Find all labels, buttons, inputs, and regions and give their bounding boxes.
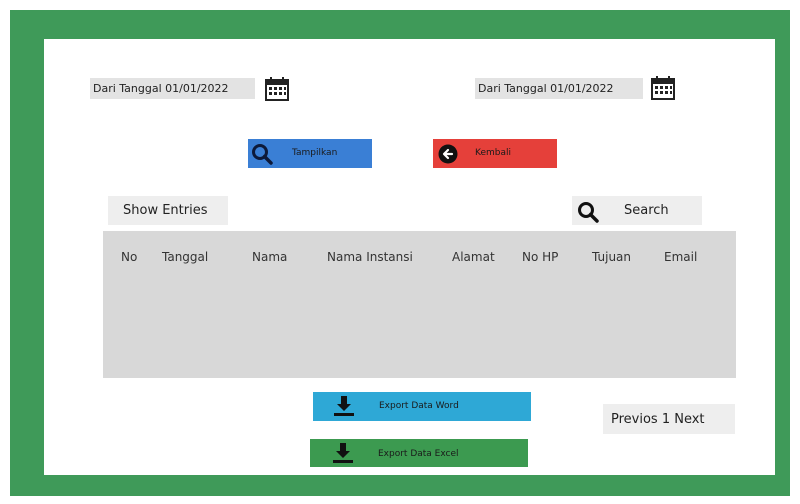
show-button[interactable]: Tampilkan bbox=[248, 139, 372, 168]
show-entries-control[interactable]: Show Entries bbox=[108, 196, 228, 225]
calendar-icon[interactable] bbox=[264, 76, 290, 102]
calendar-icon[interactable] bbox=[650, 75, 676, 101]
column-header-email: Email bbox=[664, 250, 698, 264]
back-button-label: Kembali bbox=[475, 148, 511, 158]
date-to-field[interactable]: Dari Tanggal 01/01/2022 bbox=[475, 78, 643, 99]
column-header-tujuan: Tujuan bbox=[592, 250, 632, 264]
column-header-alamat: Alamat bbox=[452, 250, 495, 264]
export-excel-label: Export Data Excel bbox=[378, 449, 459, 459]
pagination[interactable]: Previos 1 Next bbox=[603, 404, 735, 434]
column-header-no-hp: No HP bbox=[522, 250, 559, 264]
date-from-field[interactable]: Dari Tanggal 01/01/2022 bbox=[90, 78, 255, 99]
column-header-nama-instansi: Nama Instansi bbox=[327, 250, 413, 264]
search-icon bbox=[252, 144, 273, 165]
column-header-tanggal: Tanggal bbox=[162, 250, 209, 264]
date-to-label: Dari Tanggal 01/01/2022 bbox=[478, 82, 614, 95]
download-icon bbox=[333, 443, 353, 463]
export-word-button[interactable]: Export Data Word bbox=[313, 392, 531, 421]
column-header-nama: Nama bbox=[252, 250, 288, 264]
column-header-no: No bbox=[121, 250, 138, 264]
pagination-label: Previos 1 Next bbox=[611, 411, 705, 427]
show-button-label: Tampilkan bbox=[292, 148, 338, 158]
back-button[interactable]: Kembali bbox=[433, 139, 557, 168]
search-label: Search bbox=[624, 203, 669, 218]
export-word-label: Export Data Word bbox=[379, 401, 459, 411]
arrow-left-circle-icon bbox=[438, 144, 458, 164]
download-icon bbox=[334, 396, 354, 416]
search-icon bbox=[578, 202, 599, 223]
search-box[interactable]: Search bbox=[572, 196, 702, 225]
date-from-label: Dari Tanggal 01/01/2022 bbox=[93, 82, 229, 95]
export-excel-button[interactable]: Export Data Excel bbox=[310, 439, 528, 467]
show-entries-label: Show Entries bbox=[123, 203, 208, 218]
